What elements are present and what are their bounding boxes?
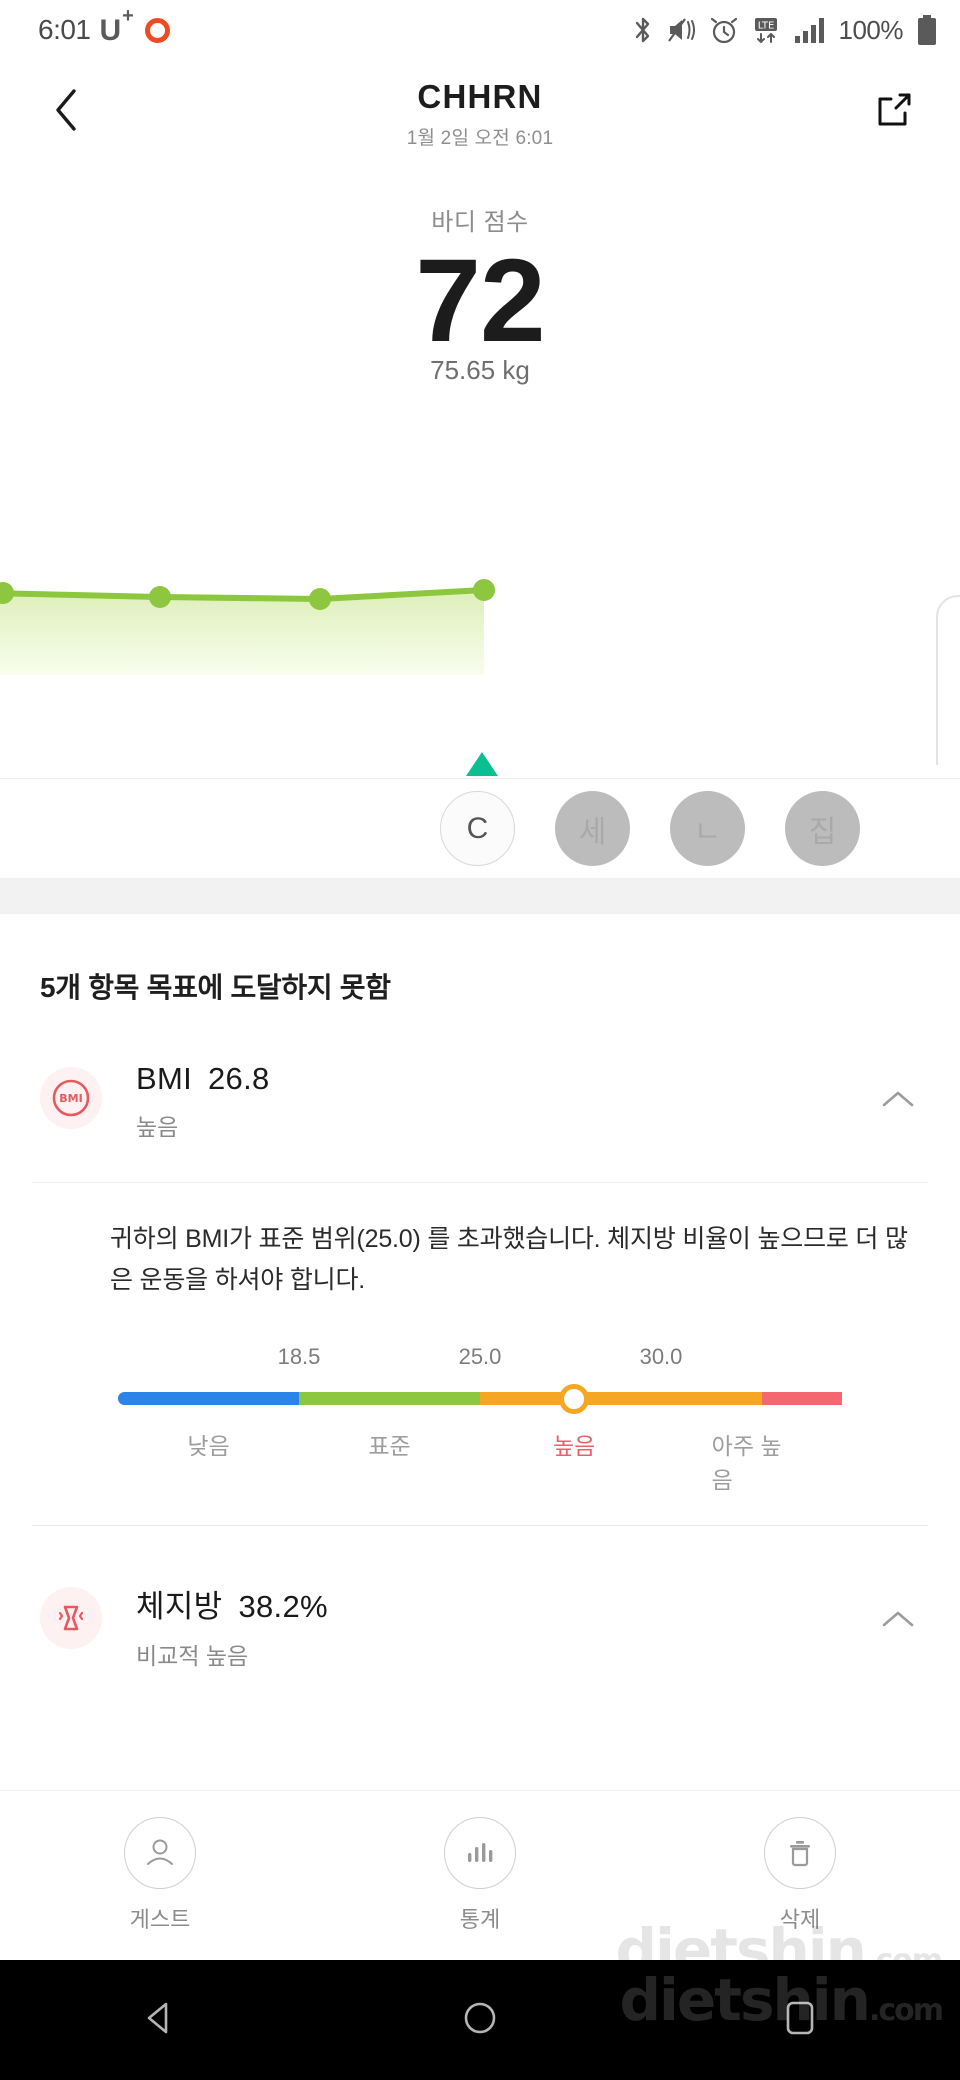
status-bar: 6:01 U+ LTE 100% <box>0 0 960 60</box>
scale-segment-high <box>480 1392 763 1405</box>
mute-icon <box>667 16 697 44</box>
status-bar-left: 6:01 U+ <box>38 5 170 48</box>
avatar-user-2[interactable]: ㄴ <box>670 791 745 866</box>
score-value: 72 <box>415 235 545 367</box>
chart-area-fill <box>0 590 484 685</box>
metrics-content: 5개 항목 목표에 도달하지 못함 BMI BMI 26.8 높음 귀하의 BM… <box>0 914 960 1671</box>
metric-row-body-fat[interactable]: 체지방 38.2% 비교적 높음 <box>0 1526 960 1671</box>
chevron-up-icon <box>881 1088 915 1115</box>
scale-tick-0: 18.5 <box>277 1344 321 1369</box>
section-divider <box>0 878 960 914</box>
score-trend-chart[interactable] <box>0 400 960 765</box>
scale-segment-very-high <box>762 1392 842 1405</box>
trash-icon <box>764 1817 836 1889</box>
share-button[interactable] <box>868 87 920 139</box>
body-fat-icon <box>40 1587 102 1649</box>
avatar-label: C <box>466 811 489 845</box>
selected-user-pointer-icon <box>466 752 498 776</box>
android-navigation-bar: dietshin.com <box>0 1960 960 2080</box>
scale-tick-1: 25.0 <box>458 1344 502 1369</box>
scale-bar <box>118 1383 842 1414</box>
chevron-left-icon <box>50 87 82 138</box>
metric-value: 38.2% <box>238 1589 328 1624</box>
carrier-label: U+ <box>99 5 134 47</box>
app-header: CHHRN 1월 2일 오전 6:01 <box>0 60 960 165</box>
weight-value: 75.65 kg <box>430 355 530 385</box>
circle-home-icon[interactable] <box>457 1995 503 2046</box>
scale-label-normal: 표준 <box>368 1433 411 1459</box>
bar-chart-icon <box>444 1817 516 1889</box>
bluetooth-icon <box>632 15 654 45</box>
metric-value: 26.8 <box>208 1061 270 1096</box>
signal-bars-icon <box>794 16 826 44</box>
svg-text:LTE: LTE <box>757 21 774 32</box>
nav-item-stats[interactable]: 통계 <box>444 1817 516 1934</box>
score-label: 바디 점수 <box>431 209 529 236</box>
nav-item-guest[interactable]: 게스트 <box>124 1817 196 1934</box>
battery-icon <box>916 14 938 46</box>
collapse-toggle-body-fat[interactable] <box>876 1599 920 1643</box>
chevron-up-icon <box>881 1608 915 1635</box>
scale-label-low: 낮음 <box>187 1433 230 1459</box>
metric-label: 체지방 <box>136 1589 223 1624</box>
watermark-brand-dark: dietshin.com <box>619 1966 944 2034</box>
triangle-back-icon[interactable] <box>137 1995 183 2046</box>
scale-label-high: 높음 <box>552 1433 596 1459</box>
carrier-o-icon <box>144 17 170 43</box>
alarm-icon <box>710 15 738 45</box>
metric-status-body-fat: 비교적 높음 <box>136 1643 249 1669</box>
metric-row-bmi[interactable]: BMI BMI 26.8 높음 <box>0 1006 960 1142</box>
page-title: CHHRN <box>417 77 543 115</box>
metric-name-body-fat: 체지방 38.2% <box>136 1581 876 1626</box>
share-external-icon <box>874 90 914 135</box>
user-avatar-row: C 세 ㄴ 집 <box>0 778 960 878</box>
scale-tick-2: 30.0 <box>639 1344 683 1369</box>
battery-percent: 100% <box>838 14 904 45</box>
score-hero: 바디 점수 72 75.65 kg <box>0 165 960 765</box>
svg-text:BMI: BMI <box>59 1092 82 1105</box>
metric-text-bmi: BMI 26.8 높음 <box>136 1061 876 1142</box>
status-bar-right: LTE 100% <box>632 14 939 46</box>
avatar-label: ㄴ <box>693 815 722 849</box>
chart-point <box>309 588 331 610</box>
chart-point <box>149 586 171 608</box>
back-button[interactable] <box>40 87 92 139</box>
header-title-block: CHHRN 1월 2일 오전 6:01 <box>92 78 868 150</box>
chart-svg <box>0 579 495 685</box>
avatar-user-1[interactable]: 세 <box>555 791 630 866</box>
avatar-label: 집 <box>808 815 837 849</box>
scale-marker <box>559 1383 590 1414</box>
nav-label-guest: 게스트 <box>129 1907 191 1932</box>
avatar-label: 세 <box>578 815 607 849</box>
page-subtitle: 1월 2일 오전 6:01 <box>406 127 554 149</box>
avatar-user-3[interactable]: 집 <box>785 791 860 866</box>
metric-label: BMI <box>136 1061 193 1096</box>
adjacent-card-edge <box>936 595 960 765</box>
section-title: 5개 항목 목표에 도달하지 못함 <box>40 972 391 1003</box>
metric-status-bmi: 높음 <box>136 1114 179 1140</box>
collapse-toggle-bmi[interactable] <box>876 1079 920 1123</box>
metric-name-bmi: BMI 26.8 <box>136 1061 876 1097</box>
status-time: 6:01 <box>38 14 91 45</box>
scale-label-very-high: 아주 높음 <box>711 1433 782 1493</box>
scale-labels: 낮음 표준 높음 아주 높음 <box>118 1427 842 1493</box>
scale-segment-normal <box>299 1392 480 1405</box>
person-icon <box>124 1817 196 1889</box>
scale-ticks: 18.5 25.0 30.0 <box>118 1344 842 1378</box>
bmi-scale: 18.5 25.0 30.0 낮음 표준 높음 아주 높음 <box>0 1300 960 1493</box>
metric-text-body-fat: 체지방 38.2% 비교적 높음 <box>136 1581 876 1671</box>
phone-screen: 6:01 U+ LTE 100% CHHRN 1월 2일 오전 6:01 바디 … <box>0 0 960 2080</box>
scale-segment-low <box>118 1392 299 1405</box>
metric-description-bmi: 귀하의 BMI가 표준 범위(25.0) 를 초과했습니다. 체지방 비율이 높… <box>110 1225 908 1294</box>
avatar-user-0[interactable]: C <box>440 791 515 866</box>
bmi-icon: BMI <box>40 1067 102 1129</box>
chart-point <box>473 579 495 601</box>
lte-data-icon: LTE <box>751 15 781 45</box>
nav-label-stats: 통계 <box>459 1907 501 1932</box>
